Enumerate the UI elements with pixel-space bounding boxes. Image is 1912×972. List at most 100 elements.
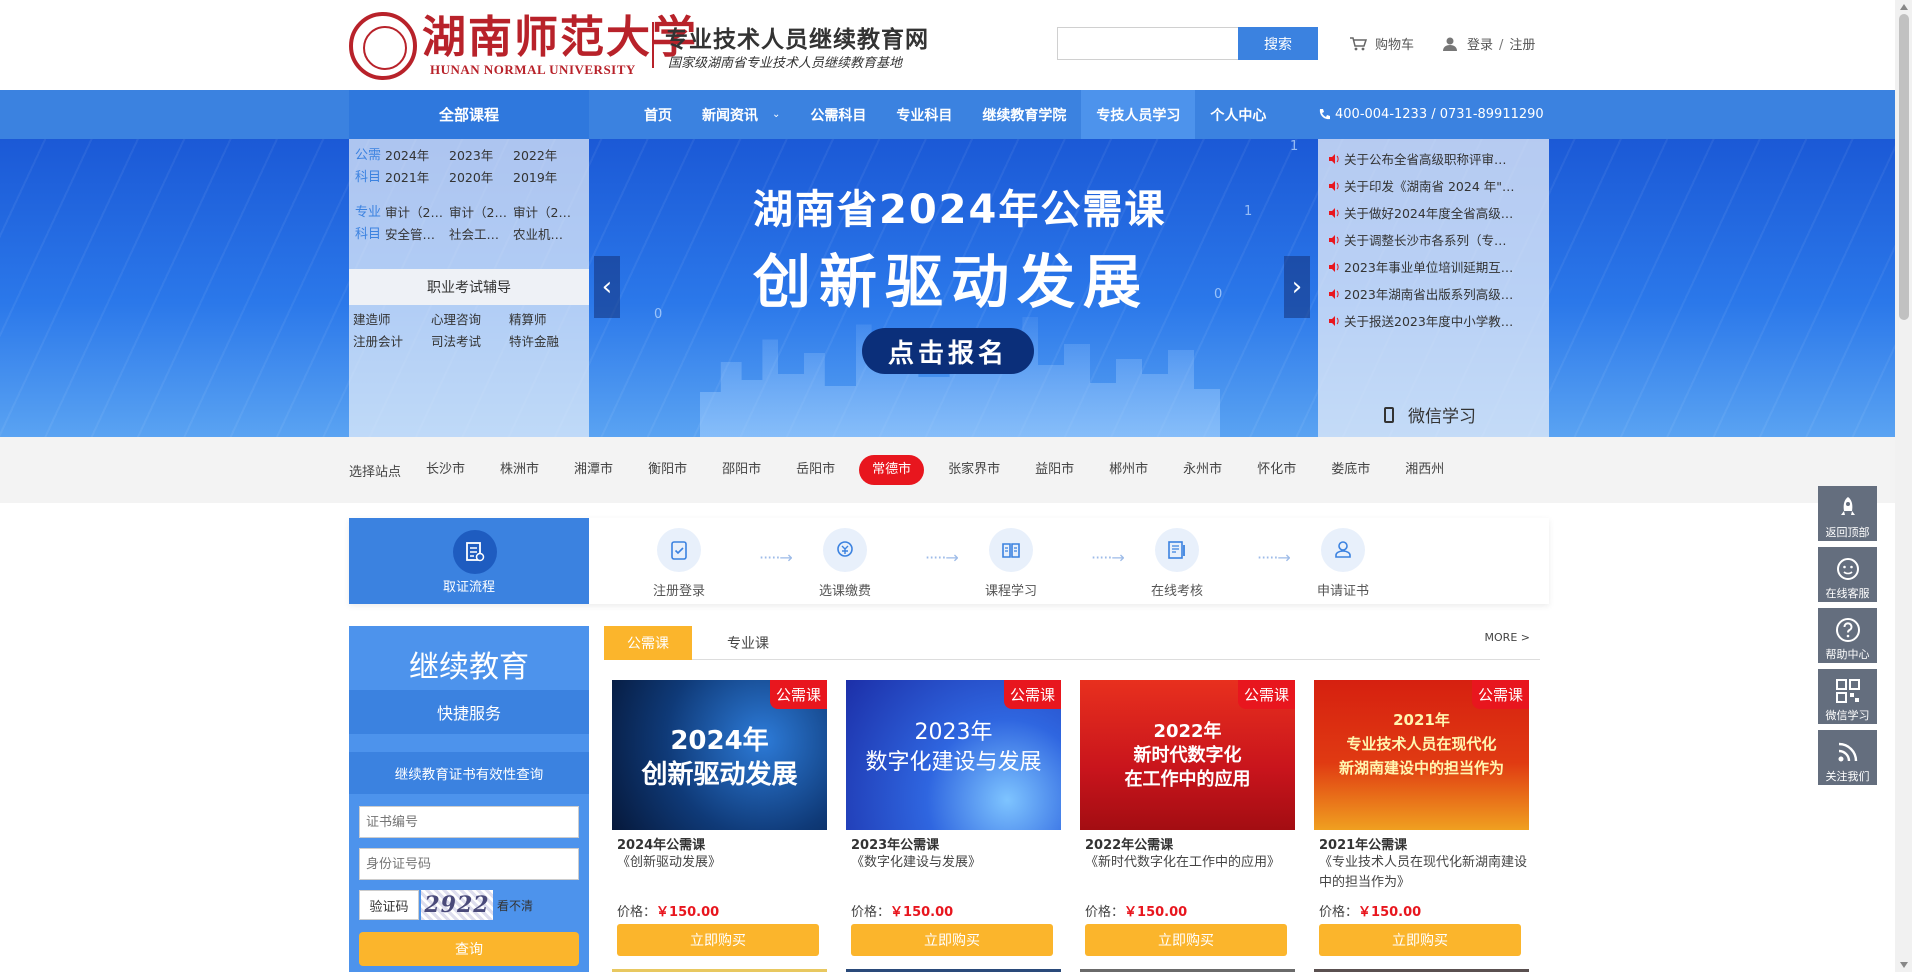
follow-us-button[interactable]: 关注我们: [1818, 730, 1877, 788]
exam-link[interactable]: 心理咨询: [431, 309, 509, 331]
buy-now-button[interactable]: 立即购买: [1319, 924, 1521, 956]
login-link[interactable]: 登录: [1467, 38, 1493, 53]
news-item[interactable]: 关于报送2023年度中小学教…: [1328, 311, 1543, 330]
city-option[interactable]: 长沙市: [415, 455, 476, 485]
course-cover-image[interactable]: 2023年 数字化建设与发展 公需课: [846, 680, 1061, 830]
certificate-number-input[interactable]: [359, 806, 579, 838]
city-option[interactable]: 衡阳市: [637, 455, 698, 485]
captcha-image[interactable]: 2922: [421, 890, 493, 920]
certificate-query-button[interactable]: 查询: [359, 932, 579, 966]
course-card[interactable]: 2021年 专业技术人员在现代化 新湖南建设中的担当作为 公需课 2021年公需…: [1314, 680, 1529, 956]
buy-now-button[interactable]: 立即购买: [1085, 924, 1287, 956]
nav-home[interactable]: 首页: [629, 90, 687, 139]
tab-professional-course[interactable]: 专业课: [708, 626, 788, 660]
course-card[interactable]: 2022年 新时代数字化 在工作中的应用 公需课 2022年公需课 《新时代数字…: [1080, 680, 1295, 956]
buy-now-button[interactable]: 立即购买: [851, 924, 1053, 956]
news-item[interactable]: 2023年湖南省出版系列高级…: [1328, 284, 1543, 303]
city-option-selected[interactable]: 常德市: [859, 455, 925, 485]
site-tagline: 国家级湖南省专业技术人员继续教育基地: [668, 56, 903, 71]
course-title[interactable]: 2022年公需课: [1080, 834, 1295, 853]
nav-continuing-education-college[interactable]: 继续教育学院: [967, 90, 1081, 139]
city-option[interactable]: 株洲市: [489, 455, 550, 485]
city-option[interactable]: 益阳市: [1024, 455, 1085, 485]
category-link[interactable]: 2020年: [449, 167, 507, 189]
banner-next-button[interactable]: ›: [1284, 256, 1310, 318]
category-link[interactable]: 安全管…: [385, 224, 443, 246]
site-name: 专业技术人员继续教育网: [665, 26, 929, 53]
wechat-learning-button[interactable]: 微信学习: [1818, 669, 1877, 727]
exam-link[interactable]: 注册会计: [353, 331, 431, 353]
category-link[interactable]: 审计（2…: [513, 202, 571, 224]
city-option[interactable]: 张家界市: [937, 455, 1011, 485]
exam-link[interactable]: 建造师: [353, 309, 431, 331]
user-icon: [1443, 37, 1457, 51]
back-to-top-button[interactable]: 返回顶部: [1818, 486, 1877, 544]
tab-public-course[interactable]: 公需课: [604, 626, 692, 660]
course-title[interactable]: 2021年公需课: [1314, 834, 1529, 853]
course-price: 价格：￥150.00: [1080, 901, 1295, 920]
city-option[interactable]: 怀化市: [1246, 455, 1307, 485]
buy-now-button[interactable]: 立即购买: [617, 924, 819, 956]
course-card[interactable]: 2023年 数字化建设与发展 公需课 2023年公需课 《数字化建设与发展》 价…: [846, 680, 1061, 956]
nav-personal-center[interactable]: 个人中心: [1195, 90, 1281, 139]
more-link[interactable]: MORE >: [1485, 631, 1530, 644]
category-link[interactable]: 2023年: [449, 145, 507, 167]
nav-professional-subjects[interactable]: 专业科目: [881, 90, 967, 139]
help-center-button[interactable]: 帮助中心: [1818, 608, 1877, 666]
category-link[interactable]: 2019年: [513, 167, 571, 189]
search-button[interactable]: 搜索: [1238, 27, 1318, 60]
nav-professional-learning[interactable]: 专技人员学习: [1081, 90, 1196, 139]
university-seal-logo[interactable]: [349, 12, 417, 80]
course-cover-image[interactable]: 2022年 新时代数字化 在工作中的应用 公需课: [1080, 680, 1295, 830]
quick-service-button[interactable]: 快捷服务: [349, 690, 589, 734]
category-link[interactable]: 2021年: [385, 167, 443, 189]
city-option[interactable]: 娄底市: [1320, 455, 1381, 485]
captcha-refresh-link[interactable]: 看不清: [497, 897, 533, 914]
hero-banner[interactable]: 0 1 0 1 0 湖南省2024年公需课 创新驱动发展 点击报名 ‹ ›: [0, 139, 1895, 437]
all-courses-menu[interactable]: 全部课程: [349, 90, 589, 139]
banner-title: 湖南省2024年公需课: [753, 187, 1167, 233]
news-item[interactable]: 关于印发《湖南省 2024 年"…: [1328, 176, 1543, 195]
category-link[interactable]: 农业机…: [513, 224, 571, 246]
news-item[interactable]: 关于做好2024年度全省高级…: [1328, 203, 1543, 222]
city-option[interactable]: 邵阳市: [711, 455, 772, 485]
exam-link[interactable]: 精算师: [509, 309, 587, 331]
university-name-logo[interactable]: 湖南师范大学: [422, 14, 698, 62]
nav-news[interactable]: 新闻资讯 ⌄: [687, 90, 795, 139]
news-item[interactable]: 关于调整长沙市各系列（专…: [1328, 230, 1543, 249]
scroll-up-arrow-icon[interactable]: [1900, 4, 1908, 10]
exam-link[interactable]: 特许金融: [509, 331, 587, 353]
banner-signup-button[interactable]: 点击报名: [862, 328, 1034, 374]
page-scrollbar[interactable]: [1895, 0, 1912, 972]
register-link[interactable]: 注册: [1509, 38, 1535, 53]
course-title[interactable]: 2024年公需课: [612, 834, 827, 853]
news-item[interactable]: 关于公布全省高级职称评审…: [1328, 149, 1543, 168]
scroll-down-arrow-icon[interactable]: [1900, 962, 1908, 968]
category-link[interactable]: 审计（2…: [449, 202, 507, 224]
city-option[interactable]: 永州市: [1172, 455, 1233, 485]
search-input[interactable]: [1057, 27, 1238, 60]
city-option[interactable]: 湘潭市: [563, 455, 624, 485]
id-number-input[interactable]: [359, 848, 579, 880]
category-link[interactable]: 2022年: [513, 145, 571, 167]
course-title[interactable]: 2023年公需课: [846, 834, 1061, 853]
course-cover-image[interactable]: 2024年 创新驱动发展 公需课: [612, 680, 827, 830]
cart-link[interactable]: 购物车: [1349, 34, 1414, 53]
captcha-label[interactable]: 验证码: [359, 890, 419, 920]
wechat-learning-link[interactable]: 微信学习: [1384, 402, 1476, 427]
online-support-button[interactable]: 在线客服: [1818, 547, 1877, 605]
exam-link[interactable]: 司法考试: [431, 331, 509, 353]
course-cover-image[interactable]: 2021年 专业技术人员在现代化 新湖南建设中的担当作为 公需课: [1314, 680, 1529, 830]
category-link[interactable]: 审计（2…: [385, 202, 443, 224]
banner-prev-button[interactable]: ‹: [594, 256, 620, 318]
city-option[interactable]: 岳阳市: [785, 455, 846, 485]
nav-public-subjects[interactable]: 公需科目: [795, 90, 881, 139]
course-price: 价格：￥150.00: [612, 901, 827, 920]
city-option[interactable]: 湘西州: [1394, 455, 1455, 485]
category-link[interactable]: 2024年: [385, 145, 443, 167]
category-link[interactable]: 社会工…: [449, 224, 507, 246]
news-item[interactable]: 2023年事业单位培训延期互…: [1328, 257, 1543, 276]
city-option[interactable]: 郴州市: [1098, 455, 1159, 485]
course-card[interactable]: 2024年 创新驱动发展 公需课 2024年公需课 《创新驱动发展》 价格：￥1…: [612, 680, 827, 956]
scrollbar-thumb[interactable]: [1899, 14, 1909, 320]
